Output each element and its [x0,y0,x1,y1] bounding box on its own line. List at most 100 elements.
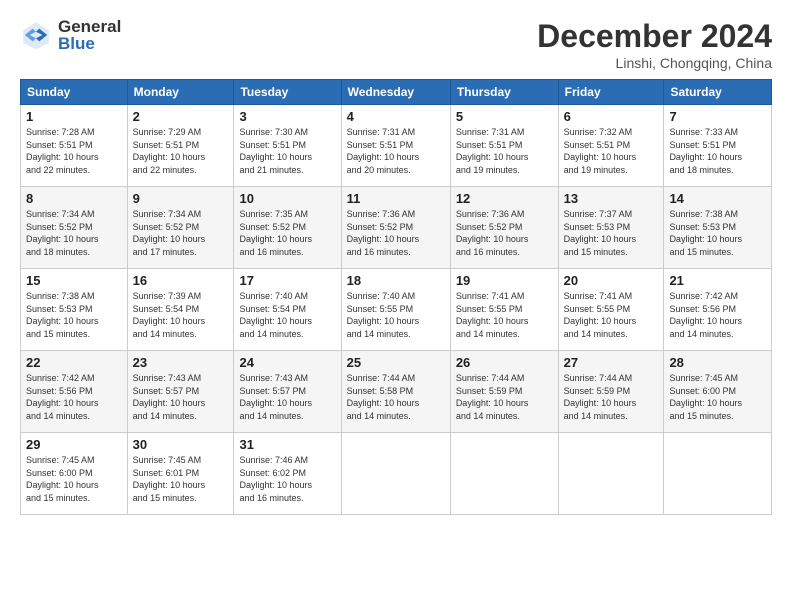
day-number: 18 [347,273,445,288]
location-subtitle: Linshi, Chongqing, China [537,55,772,71]
day-number: 1 [26,109,122,124]
day-number: 31 [239,437,335,452]
col-friday: Friday [558,80,664,105]
month-title: December 2024 [537,18,772,55]
calendar-table: Sunday Monday Tuesday Wednesday Thursday… [20,79,772,515]
table-row: 24 Sunrise: 7:43 AMSunset: 5:57 PMDaylig… [234,351,341,433]
day-number: 29 [26,437,122,452]
col-tuesday: Tuesday [234,80,341,105]
day-info: Sunrise: 7:41 AMSunset: 5:55 PMDaylight:… [564,291,637,339]
calendar-week-1: 1 Sunrise: 7:28 AMSunset: 5:51 PMDayligh… [21,105,772,187]
day-number: 11 [347,191,445,206]
calendar-week-4: 22 Sunrise: 7:42 AMSunset: 5:56 PMDaylig… [21,351,772,433]
day-number: 17 [239,273,335,288]
table-row: 5 Sunrise: 7:31 AMSunset: 5:51 PMDayligh… [450,105,558,187]
day-info: Sunrise: 7:38 AMSunset: 5:53 PMDaylight:… [669,209,742,257]
day-number: 9 [133,191,229,206]
table-row: 25 Sunrise: 7:44 AMSunset: 5:58 PMDaylig… [341,351,450,433]
table-row [450,433,558,515]
day-info: Sunrise: 7:32 AMSunset: 5:51 PMDaylight:… [564,127,637,175]
table-row: 31 Sunrise: 7:46 AMSunset: 6:02 PMDaylig… [234,433,341,515]
col-wednesday: Wednesday [341,80,450,105]
table-row: 29 Sunrise: 7:45 AMSunset: 6:00 PMDaylig… [21,433,128,515]
day-number: 12 [456,191,553,206]
day-number: 5 [456,109,553,124]
table-row: 3 Sunrise: 7:30 AMSunset: 5:51 PMDayligh… [234,105,341,187]
day-number: 16 [133,273,229,288]
table-row: 7 Sunrise: 7:33 AMSunset: 5:51 PMDayligh… [664,105,772,187]
col-saturday: Saturday [664,80,772,105]
day-number: 7 [669,109,766,124]
table-row: 14 Sunrise: 7:38 AMSunset: 5:53 PMDaylig… [664,187,772,269]
table-row: 23 Sunrise: 7:43 AMSunset: 5:57 PMDaylig… [127,351,234,433]
day-info: Sunrise: 7:42 AMSunset: 5:56 PMDaylight:… [26,373,99,421]
day-info: Sunrise: 7:35 AMSunset: 5:52 PMDaylight:… [239,209,312,257]
day-number: 22 [26,355,122,370]
title-area: December 2024 Linshi, Chongqing, China [537,18,772,71]
day-info: Sunrise: 7:34 AMSunset: 5:52 PMDaylight:… [26,209,99,257]
day-number: 6 [564,109,659,124]
day-info: Sunrise: 7:31 AMSunset: 5:51 PMDaylight:… [347,127,420,175]
logo-blue-text: Blue [58,35,121,52]
day-info: Sunrise: 7:38 AMSunset: 5:53 PMDaylight:… [26,291,99,339]
day-info: Sunrise: 7:44 AMSunset: 5:59 PMDaylight:… [564,373,637,421]
table-row: 8 Sunrise: 7:34 AMSunset: 5:52 PMDayligh… [21,187,128,269]
table-row: 10 Sunrise: 7:35 AMSunset: 5:52 PMDaylig… [234,187,341,269]
logo-general-text: General [58,18,121,35]
day-info: Sunrise: 7:33 AMSunset: 5:51 PMDaylight:… [669,127,742,175]
page: General Blue December 2024 Linshi, Chong… [0,0,792,612]
table-row: 12 Sunrise: 7:36 AMSunset: 5:52 PMDaylig… [450,187,558,269]
day-number: 27 [564,355,659,370]
day-number: 20 [564,273,659,288]
day-info: Sunrise: 7:28 AMSunset: 5:51 PMDaylight:… [26,127,99,175]
day-number: 4 [347,109,445,124]
day-info: Sunrise: 7:40 AMSunset: 5:54 PMDaylight:… [239,291,312,339]
day-info: Sunrise: 7:40 AMSunset: 5:55 PMDaylight:… [347,291,420,339]
col-thursday: Thursday [450,80,558,105]
day-info: Sunrise: 7:46 AMSunset: 6:02 PMDaylight:… [239,455,312,503]
day-number: 25 [347,355,445,370]
table-row: 26 Sunrise: 7:44 AMSunset: 5:59 PMDaylig… [450,351,558,433]
table-row: 18 Sunrise: 7:40 AMSunset: 5:55 PMDaylig… [341,269,450,351]
day-number: 30 [133,437,229,452]
day-number: 19 [456,273,553,288]
day-number: 2 [133,109,229,124]
day-info: Sunrise: 7:45 AMSunset: 6:01 PMDaylight:… [133,455,206,503]
table-row: 4 Sunrise: 7:31 AMSunset: 5:51 PMDayligh… [341,105,450,187]
day-number: 15 [26,273,122,288]
calendar-week-3: 15 Sunrise: 7:38 AMSunset: 5:53 PMDaylig… [21,269,772,351]
table-row [558,433,664,515]
logo-icon [20,19,52,51]
table-row: 13 Sunrise: 7:37 AMSunset: 5:53 PMDaylig… [558,187,664,269]
day-number: 23 [133,355,229,370]
day-number: 8 [26,191,122,206]
header: General Blue December 2024 Linshi, Chong… [20,18,772,71]
table-row [341,433,450,515]
table-row: 17 Sunrise: 7:40 AMSunset: 5:54 PMDaylig… [234,269,341,351]
calendar-header-row: Sunday Monday Tuesday Wednesday Thursday… [21,80,772,105]
day-info: Sunrise: 7:43 AMSunset: 5:57 PMDaylight:… [133,373,206,421]
table-row: 22 Sunrise: 7:42 AMSunset: 5:56 PMDaylig… [21,351,128,433]
day-info: Sunrise: 7:34 AMSunset: 5:52 PMDaylight:… [133,209,206,257]
col-monday: Monday [127,80,234,105]
table-row: 16 Sunrise: 7:39 AMSunset: 5:54 PMDaylig… [127,269,234,351]
day-info: Sunrise: 7:44 AMSunset: 5:59 PMDaylight:… [456,373,529,421]
day-number: 3 [239,109,335,124]
day-info: Sunrise: 7:36 AMSunset: 5:52 PMDaylight:… [347,209,420,257]
day-number: 14 [669,191,766,206]
day-number: 26 [456,355,553,370]
day-number: 24 [239,355,335,370]
table-row: 1 Sunrise: 7:28 AMSunset: 5:51 PMDayligh… [21,105,128,187]
table-row: 20 Sunrise: 7:41 AMSunset: 5:55 PMDaylig… [558,269,664,351]
table-row: 15 Sunrise: 7:38 AMSunset: 5:53 PMDaylig… [21,269,128,351]
calendar-week-5: 29 Sunrise: 7:45 AMSunset: 6:00 PMDaylig… [21,433,772,515]
day-number: 28 [669,355,766,370]
table-row: 30 Sunrise: 7:45 AMSunset: 6:01 PMDaylig… [127,433,234,515]
table-row [664,433,772,515]
day-number: 21 [669,273,766,288]
day-info: Sunrise: 7:36 AMSunset: 5:52 PMDaylight:… [456,209,529,257]
table-row: 2 Sunrise: 7:29 AMSunset: 5:51 PMDayligh… [127,105,234,187]
logo-text: General Blue [58,18,121,52]
table-row: 28 Sunrise: 7:45 AMSunset: 6:00 PMDaylig… [664,351,772,433]
day-number: 13 [564,191,659,206]
